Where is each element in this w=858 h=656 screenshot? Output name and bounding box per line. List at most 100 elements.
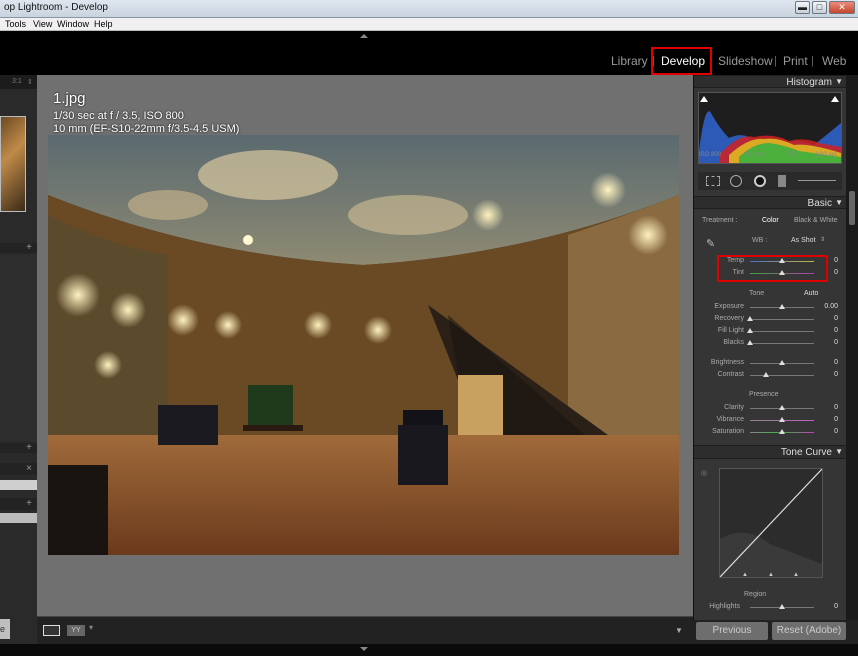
toolbar-menu-icon[interactable]: ▼ <box>675 626 683 635</box>
brightness-slider[interactable] <box>750 360 814 365</box>
fill-light-value[interactable]: 0 <box>834 327 838 334</box>
module-web[interactable]: Web <box>822 54 846 68</box>
contrast-slider[interactable] <box>750 372 814 377</box>
highlights-slider[interactable] <box>750 604 814 609</box>
maximize-button[interactable]: □ <box>812 1 827 14</box>
crop-icon[interactable] <box>706 176 720 186</box>
fill-light-label: Fill Light <box>717 327 744 334</box>
contrast-label: Contrast <box>717 371 744 378</box>
chevron-down-icon[interactable]: ⇕ <box>820 236 825 243</box>
wb-select[interactable]: As Shot <box>791 237 816 244</box>
module-separator: | <box>811 55 814 67</box>
module-separator: | <box>774 55 777 67</box>
toolbar: YY ▾ ▼ <box>37 616 693 644</box>
close-window-button[interactable]: ✕ <box>829 1 855 14</box>
eyedropper-icon[interactable]: ✎ <box>706 237 715 250</box>
blacks-slider[interactable] <box>747 340 814 345</box>
add-preset-icon[interactable]: + <box>26 242 32 253</box>
copy-button[interactable]: e <box>0 619 10 639</box>
red-eye-icon[interactable] <box>754 175 766 187</box>
before-after-icon[interactable]: YY <box>67 625 85 636</box>
saturation-knob[interactable] <box>779 429 785 434</box>
blacks-value[interactable]: 0 <box>834 339 838 346</box>
image-view: 1.jpg 1/30 sec at f / 3.5, ISO 800 10 mm… <box>37 75 693 616</box>
collapse-icon[interactable]: ▼ <box>835 447 843 456</box>
clarity-knob[interactable] <box>779 405 785 410</box>
right-panel-scrollbar[interactable] <box>846 75 858 644</box>
exposure-value[interactable]: 0.00 <box>824 303 838 310</box>
histogram-header[interactable]: Histogram ▼ <box>694 75 847 88</box>
shadows-split-knob[interactable]: ▲ <box>742 572 748 578</box>
clear-history-icon[interactable]: × <box>26 463 32 474</box>
bottom-buttons: Previous Reset (Adobe) <box>693 620 858 644</box>
treatment-color-button[interactable]: Color <box>762 217 779 224</box>
vibrance-slider[interactable] <box>750 417 814 422</box>
module-library[interactable]: Library <box>611 54 648 68</box>
highlights-knob[interactable] <box>779 604 785 609</box>
reset-button[interactable]: Reset (Adobe) <box>772 622 846 640</box>
vibrance-value[interactable]: 0 <box>834 416 838 423</box>
presets-list <box>0 255 37 441</box>
auto-tone-button[interactable]: Auto <box>804 290 818 297</box>
chevron-down-icon[interactable]: ⇕ <box>27 78 33 86</box>
graduated-filter-icon[interactable] <box>778 175 786 187</box>
bottom-panel-toggle-icon[interactable] <box>360 647 368 651</box>
contrast-knob[interactable] <box>763 372 769 377</box>
history-item[interactable] <box>0 480 37 490</box>
saturation-slider[interactable] <box>750 429 814 434</box>
top-panel-toggle-icon[interactable] <box>360 34 368 38</box>
tint-value[interactable]: 0 <box>834 269 838 276</box>
target-adjust-icon[interactable]: ◎ <box>701 469 707 477</box>
navigator-zoom[interactable]: 3:1 <box>12 78 22 85</box>
adjustment-brush-icon[interactable] <box>798 180 836 181</box>
photo-image <box>48 135 679 555</box>
recovery-value[interactable]: 0 <box>834 315 838 322</box>
highlight-clipping-icon[interactable] <box>831 96 839 102</box>
collection-item[interactable] <box>0 513 37 523</box>
add-collection-icon[interactable]: + <box>26 498 32 509</box>
contrast-value[interactable]: 0 <box>834 371 838 378</box>
minimize-button[interactable]: ▬ <box>795 1 810 14</box>
basic-header[interactable]: Basic ▼ <box>694 196 847 209</box>
blacks-knob[interactable] <box>747 340 753 345</box>
tone-curve-header[interactable]: Tone Curve ▼ <box>694 445 847 459</box>
main-photo[interactable] <box>48 135 679 555</box>
treatment-bw-button[interactable]: Black & White <box>794 217 838 224</box>
fill-light-slider[interactable] <box>747 328 814 333</box>
spot-removal-icon[interactable] <box>730 175 742 187</box>
menu-window[interactable]: Window <box>57 19 89 29</box>
add-snapshot-icon[interactable]: + <box>26 442 32 453</box>
navigator-preview[interactable] <box>0 116 26 212</box>
recovery-slider[interactable] <box>747 316 814 321</box>
previous-button[interactable]: Previous <box>696 622 768 640</box>
shadow-clipping-icon[interactable] <box>700 96 708 102</box>
recovery-label: Recovery <box>714 315 744 322</box>
loupe-view-icon[interactable] <box>43 625 60 636</box>
highlights-split-knob[interactable]: ▲ <box>793 572 799 578</box>
chevron-down-icon[interactable]: ▾ <box>89 623 93 632</box>
fill-light-knob[interactable] <box>747 328 753 333</box>
menu-help[interactable]: Help <box>94 19 113 29</box>
scrollbar-thumb[interactable] <box>849 191 855 225</box>
module-print[interactable]: Print <box>783 54 808 68</box>
temp-value[interactable]: 0 <box>834 257 838 264</box>
vibrance-knob[interactable] <box>779 417 785 422</box>
collapse-icon[interactable]: ▼ <box>835 198 843 207</box>
recovery-knob[interactable] <box>747 316 753 321</box>
vibrance-label: Vibrance <box>716 416 744 423</box>
module-slideshow[interactable]: Slideshow <box>718 54 773 68</box>
clarity-value[interactable]: 0 <box>834 404 838 411</box>
exposure-knob[interactable] <box>779 304 785 309</box>
clarity-slider[interactable] <box>750 405 814 410</box>
midtones-split-knob[interactable]: ▲ <box>768 572 774 578</box>
menu-view[interactable]: View <box>33 19 52 29</box>
hist-focal: 10 mm <box>745 152 764 158</box>
collapse-icon[interactable]: ▼ <box>835 77 843 86</box>
exposure-slider[interactable] <box>750 304 814 309</box>
saturation-value[interactable]: 0 <box>834 428 838 435</box>
brightness-value[interactable]: 0 <box>834 359 838 366</box>
brightness-knob[interactable] <box>779 360 785 365</box>
highlights-value[interactable]: 0 <box>834 603 838 610</box>
tone-curve-graph[interactable] <box>719 468 823 578</box>
menu-tools[interactable]: Tools <box>5 19 26 29</box>
